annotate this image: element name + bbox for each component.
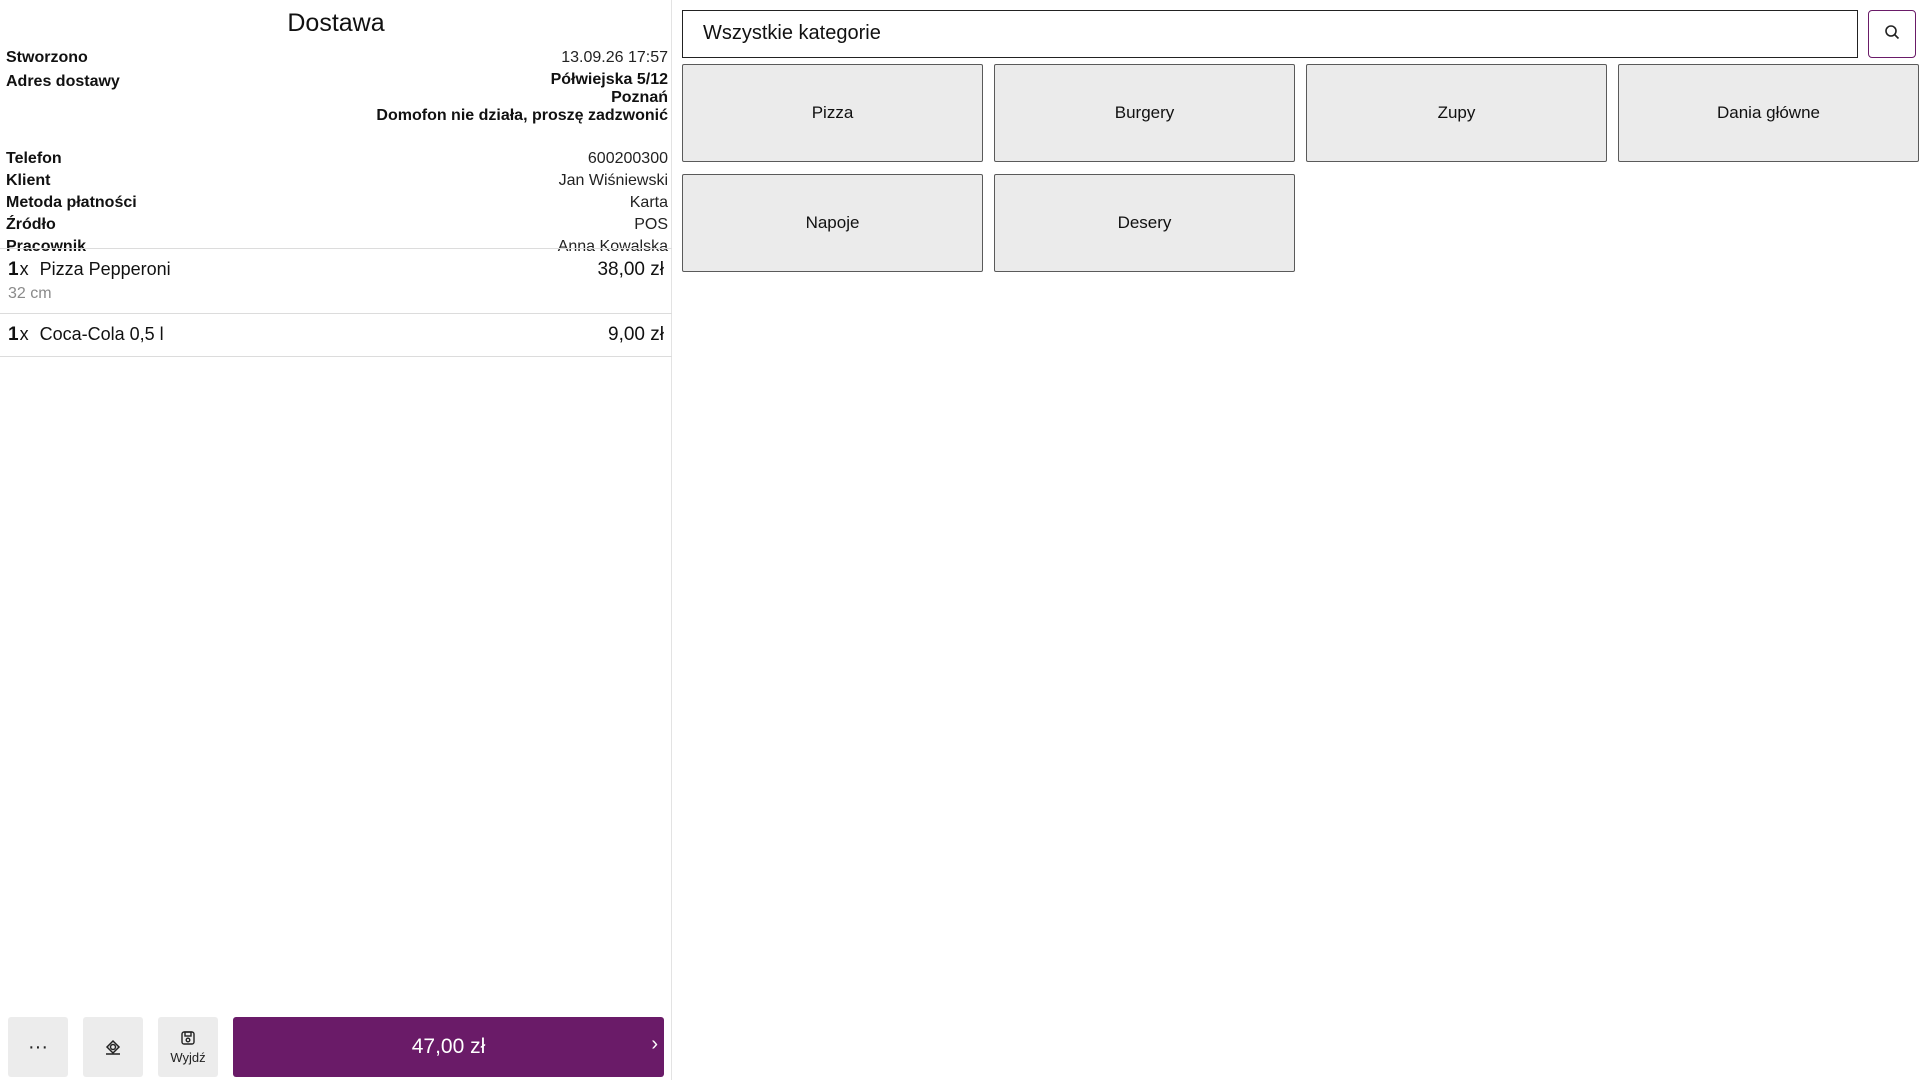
phone-label: Telefon bbox=[6, 150, 62, 167]
line-qty-suffix: x bbox=[19, 259, 29, 279]
order-line-item[interactable]: 1x Pizza Pepperoni 32 cm 38,00 zł bbox=[0, 249, 672, 314]
line-qty-suffix: x bbox=[19, 324, 29, 344]
source-value: POS bbox=[634, 216, 668, 233]
client-value: Jan Wiśniewski bbox=[558, 172, 668, 189]
line-qty: 1 bbox=[8, 259, 19, 280]
address-value: Półwiejska 5/12 Poznań Domofon nie dział… bbox=[376, 71, 668, 125]
category-tile-burgery[interactable]: Burgery bbox=[994, 64, 1295, 162]
info-row-phone: Telefon 600200300 bbox=[6, 148, 668, 170]
order-panel: Dostawa Stworzono 13.09.26 17:57 Adres d… bbox=[0, 0, 672, 1080]
line-main: 1x Coca-Cola 0,5 l bbox=[8, 324, 664, 346]
pay-button[interactable]: 47,00 zł › bbox=[233, 1017, 664, 1077]
order-actions: ··· Wyjdź 47,00 zł › bbox=[8, 1017, 664, 1077]
info-row-payment: Metoda płatności Karta bbox=[6, 192, 668, 214]
client-label: Klient bbox=[6, 172, 51, 189]
discount-button[interactable] bbox=[83, 1017, 143, 1077]
info-row-client: Klient Jan Wiśniewski bbox=[6, 170, 668, 192]
save-icon bbox=[180, 1030, 196, 1046]
search-icon bbox=[1884, 24, 1900, 45]
exit-save-button[interactable]: Wyjdź bbox=[158, 1017, 218, 1077]
category-tile-dania-glowne[interactable]: Dania główne bbox=[1618, 64, 1919, 162]
chevron-right-icon: › bbox=[651, 1033, 658, 1055]
info-row-source: Źródło POS bbox=[6, 214, 668, 236]
address-street: Półwiejska 5/12 bbox=[550, 71, 668, 88]
line-item-name: Coca-Cola 0,5 l bbox=[39, 324, 164, 344]
line-item-name: Pizza Pepperoni bbox=[39, 259, 171, 279]
order-total: 47,00 zł bbox=[411, 1035, 486, 1058]
address-label: Adres dostawy bbox=[6, 73, 120, 90]
address-city: Poznań bbox=[611, 89, 668, 106]
order-info: Stworzono 13.09.26 17:57 Adres dostawy P… bbox=[6, 47, 668, 258]
payment-label: Metoda płatności bbox=[6, 194, 137, 211]
category-tile-pizza[interactable]: Pizza bbox=[682, 64, 983, 162]
line-main: 1x Pizza Pepperoni bbox=[8, 259, 664, 281]
created-label: Stworzono bbox=[6, 49, 88, 66]
payment-value: Karta bbox=[629, 194, 668, 211]
info-row-created: Stworzono 13.09.26 17:57 bbox=[6, 47, 668, 69]
exit-label: Wyjdź bbox=[170, 1049, 206, 1065]
info-row-address: Adres dostawy Półwiejska 5/12 Poznań Dom… bbox=[6, 69, 668, 148]
line-item-price: 38,00 zł bbox=[597, 259, 664, 280]
order-line-item[interactable]: 1x Coca-Cola 0,5 l 9,00 zł bbox=[0, 314, 672, 357]
category-tile-desery[interactable]: Desery bbox=[994, 174, 1295, 272]
line-item-price: 9,00 zł bbox=[608, 324, 664, 345]
source-label: Źródło bbox=[6, 216, 56, 233]
order-lines: 1x Pizza Pepperoni 32 cm 38,00 zł 1x Coc… bbox=[0, 248, 672, 357]
created-value: 13.09.26 17:57 bbox=[561, 49, 668, 66]
category-tile-zupy[interactable]: Zupy bbox=[1306, 64, 1607, 162]
address-note: Domofon nie działa, proszę zadzwonić bbox=[376, 107, 668, 124]
category-search-field[interactable]: Wszystkie kategorie bbox=[682, 10, 1858, 58]
phone-value: 600200300 bbox=[587, 150, 668, 167]
category-tile-napoje[interactable]: Napoje bbox=[682, 174, 983, 272]
line-qty: 1 bbox=[8, 324, 19, 345]
search-button[interactable] bbox=[1868, 10, 1916, 58]
more-options-button[interactable]: ··· bbox=[8, 1017, 68, 1077]
discount-icon bbox=[104, 1038, 122, 1056]
line-item-modifier: 32 cm bbox=[8, 285, 52, 302]
more-options-icon: ··· bbox=[28, 1036, 48, 1058]
order-type-title: Dostawa bbox=[287, 9, 385, 37]
